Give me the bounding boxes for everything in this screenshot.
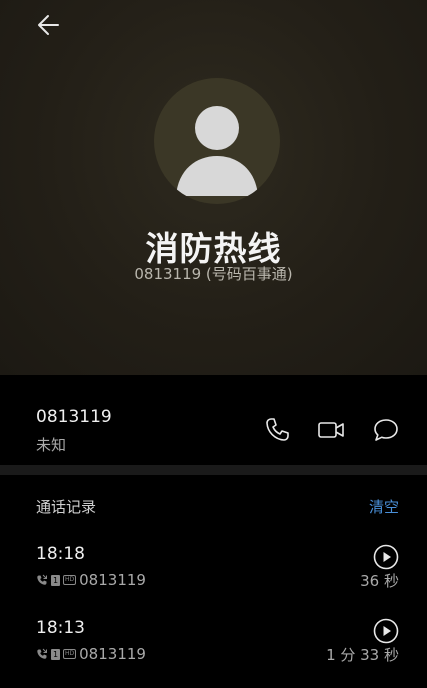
clear-button[interactable]: 清空 xyxy=(369,496,399,517)
call-log-entry[interactable]: 18:18 1 HD 0813119 36 秒 xyxy=(0,544,427,614)
sim-card-icon: 1 xyxy=(51,574,60,586)
play-icon xyxy=(373,618,399,644)
contact-subtitle: 0813119 (号码百事通) xyxy=(134,265,293,283)
video-call-icon xyxy=(318,422,344,438)
back-button[interactable] xyxy=(30,8,70,42)
hd-badge: HD xyxy=(63,649,77,659)
play-icon xyxy=(373,544,399,570)
person-silhouette-icon xyxy=(176,106,258,196)
play-recording-button[interactable] xyxy=(373,544,399,570)
call-log-section: 通话记录 清空 18:18 1 HD 0813119 36 秒 18:13 1 … xyxy=(0,475,427,688)
call-log-title: 通话记录 xyxy=(36,498,97,516)
call-log-entry[interactable]: 18:13 1 HD 0813119 1 分 33 秒 xyxy=(0,618,427,688)
message-icon xyxy=(374,419,398,441)
section-divider xyxy=(0,465,427,475)
call-type-icon xyxy=(36,574,48,586)
contact-header: 消防热线 0813119 (号码百事通) xyxy=(0,0,427,375)
phone-icon xyxy=(266,418,289,441)
number-location: 未知 xyxy=(36,436,67,454)
call-time: 18:13 xyxy=(36,618,85,638)
hd-badge: HD xyxy=(63,575,77,585)
play-recording-button[interactable] xyxy=(373,618,399,644)
back-arrow-icon xyxy=(38,15,59,35)
sim-card-icon: 1 xyxy=(51,648,60,660)
video-call-button[interactable] xyxy=(316,415,346,445)
call-number: 0813119 xyxy=(79,645,146,663)
call-type-icon xyxy=(36,648,48,660)
call-duration: 36 秒 xyxy=(360,572,399,590)
call-time: 18:18 xyxy=(36,544,85,564)
call-number: 0813119 xyxy=(79,571,146,589)
phone-number: 0813119 xyxy=(36,407,112,427)
message-button[interactable] xyxy=(371,415,401,445)
call-meta: 1 HD 0813119 xyxy=(36,645,146,663)
contact-avatar xyxy=(154,78,280,204)
call-meta: 1 HD 0813119 xyxy=(36,571,146,589)
call-button[interactable] xyxy=(262,415,292,445)
call-duration: 1 分 33 秒 xyxy=(326,646,399,664)
number-row: 0813119 未知 xyxy=(0,375,427,465)
